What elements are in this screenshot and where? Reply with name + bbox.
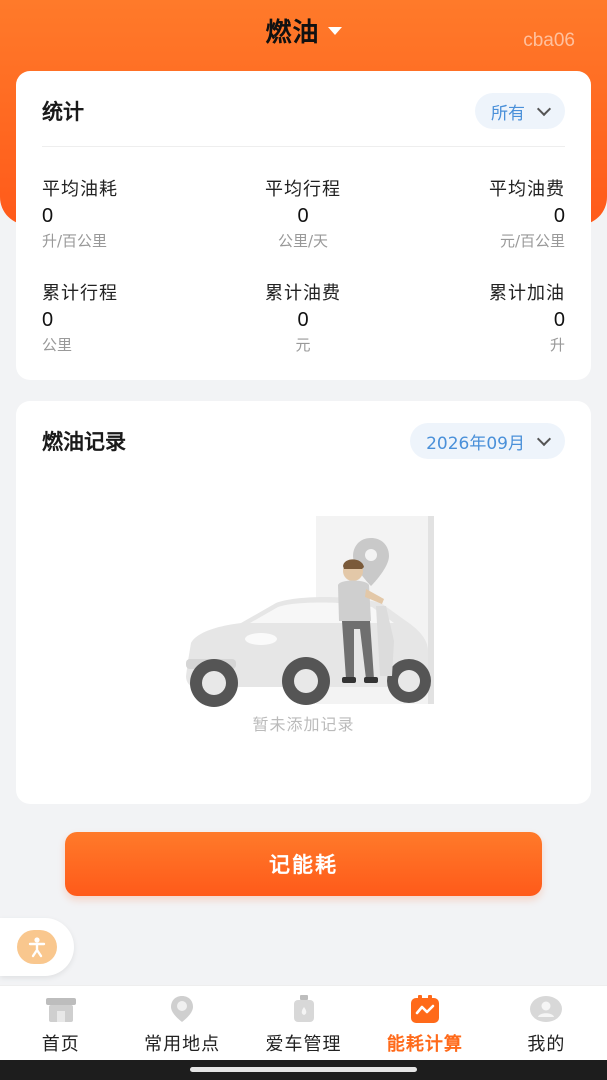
- stat-value: 0: [42, 205, 54, 227]
- tab-label: 能耗计算: [386, 1034, 463, 1055]
- watermark-text: cba06: [523, 30, 575, 51]
- stats-filter-label: 所有: [491, 103, 525, 124]
- chevron-down-icon: [536, 101, 552, 116]
- tab-label: 首页: [41, 1034, 80, 1055]
- stat-label: 平均油耗: [42, 179, 118, 200]
- stat-label: 累计油费: [265, 283, 341, 304]
- records-card: 燃油记录 2026年09月 暂未添加记录: [16, 401, 591, 804]
- tab-energy-calc[interactable]: 能耗计算: [364, 986, 485, 1060]
- car-headlight: [245, 633, 277, 645]
- stat-total-fuel-cost: 累计油费 0 元: [213, 279, 393, 355]
- stats-filter-dropdown[interactable]: 所有: [475, 93, 565, 129]
- location-icon: [165, 994, 199, 1024]
- records-title: 燃油记录: [42, 430, 126, 454]
- stat-value: 0: [553, 309, 565, 331]
- tab-profile[interactable]: 我的: [486, 986, 607, 1060]
- energy-calc-icon: [408, 994, 442, 1024]
- stat-label: 累计加油: [489, 283, 565, 304]
- chevron-down-icon: [536, 431, 552, 446]
- stat-label: 平均行程: [265, 179, 341, 200]
- divider: [42, 146, 565, 147]
- stat-value: 0: [553, 205, 565, 227]
- stat-avg-trip: 平均行程 0 公里/天: [213, 175, 393, 251]
- stat-avg-fuel-cost: 平均油费 0 元/百公里: [385, 175, 565, 251]
- stat-total-trip: 累计行程 0 公里: [42, 279, 222, 355]
- bottom-tab-bar: 首页 常用地点 爱车管理 能耗计算 我的: [0, 985, 607, 1060]
- stat-unit: 元: [295, 336, 311, 354]
- empty-state-text: 暂未添加记录: [252, 715, 355, 734]
- stat-unit: 公里: [42, 336, 73, 354]
- accessibility-float: [0, 918, 74, 976]
- accessibility-icon: [28, 937, 46, 958]
- stat-value: 0: [297, 309, 309, 331]
- stat-unit: 元/百公里: [499, 232, 565, 250]
- records-card-header: 燃油记录 2026年09月: [42, 421, 565, 461]
- home-icon: [44, 994, 78, 1024]
- tab-label: 常用地点: [144, 1034, 221, 1055]
- stat-avg-fuel-consumption: 平均油耗 0 升/百公里: [42, 175, 222, 251]
- fuel-type-selector[interactable]: 燃油: [265, 12, 342, 49]
- empty-state-car-illustration: [186, 516, 434, 707]
- accessibility-button[interactable]: [17, 930, 57, 964]
- page-title: 燃油: [265, 17, 320, 48]
- stat-label: 累计行程: [42, 283, 118, 304]
- profile-icon: [529, 994, 563, 1024]
- tab-home[interactable]: 首页: [0, 986, 121, 1060]
- stats-card-header: 统计 所有: [42, 91, 565, 131]
- stat-total-refuel: 累计加油 0 升: [385, 279, 565, 355]
- caret-down-icon: [327, 27, 342, 35]
- stat-unit: 升: [549, 336, 565, 354]
- month-picker-label: 2026年09月: [426, 433, 525, 454]
- stat-value: 0: [297, 205, 309, 227]
- car-manage-icon: [287, 994, 321, 1024]
- stats-title: 统计: [42, 100, 84, 124]
- month-picker[interactable]: 2026年09月: [410, 423, 565, 459]
- tab-car-manage[interactable]: 爱车管理: [243, 986, 364, 1060]
- tab-places[interactable]: 常用地点: [121, 986, 242, 1060]
- stat-label: 平均油费: [489, 179, 565, 200]
- stat-unit: 公里/天: [277, 232, 329, 250]
- title-bar: 燃油: [0, 0, 607, 60]
- stat-unit: 升/百公里: [42, 232, 108, 250]
- home-indicator[interactable]: [190, 1067, 417, 1072]
- tab-label: 我的: [527, 1034, 566, 1055]
- stat-value: 0: [42, 309, 54, 331]
- record-energy-button[interactable]: 记能耗: [65, 832, 542, 896]
- tab-label: 爱车管理: [265, 1034, 342, 1055]
- stats-card: 统计 所有 平均油耗 0 升/百公里 平均行程 0 公里/天 平均油费 0 元/…: [16, 71, 591, 380]
